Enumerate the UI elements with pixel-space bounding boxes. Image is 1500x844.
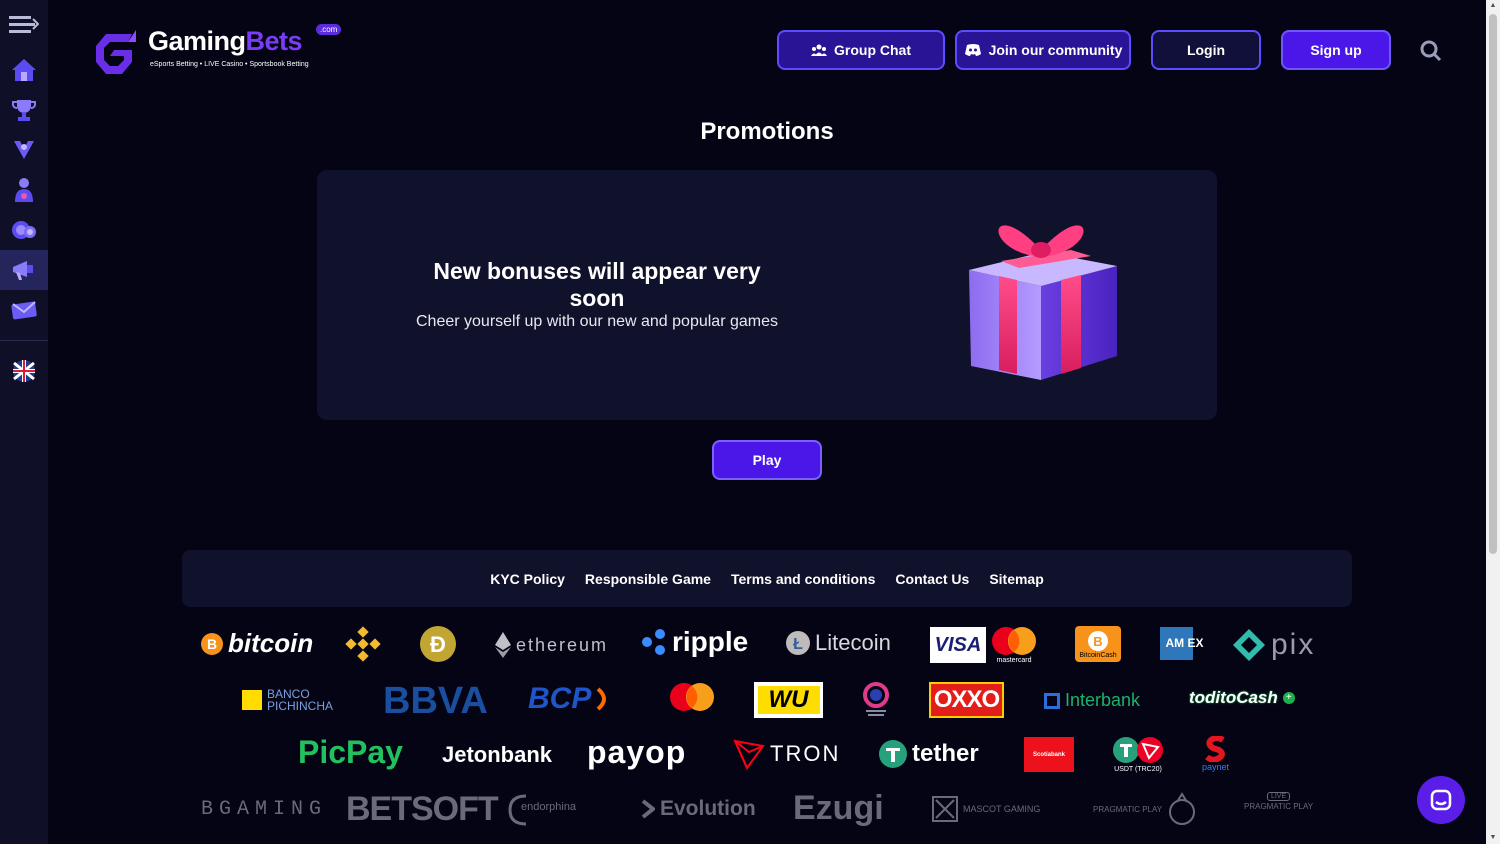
footer-link-responsible-game[interactable]: Responsible Game bbox=[585, 571, 711, 587]
svg-text:B: B bbox=[1093, 634, 1102, 649]
play-button[interactable]: Play bbox=[712, 440, 822, 480]
mail-icon[interactable] bbox=[0, 290, 48, 330]
casino-chips-icon[interactable] bbox=[0, 210, 48, 250]
todito-cash-logo: toditoCash + bbox=[1189, 688, 1295, 708]
banco-guayaquil-logo bbox=[862, 682, 890, 718]
login-label: Login bbox=[1186, 42, 1226, 58]
group-chat-label: Group Chat bbox=[834, 42, 911, 58]
banco-pichincha-logo: BANCO PICHINCHA bbox=[242, 688, 347, 712]
promo-card: New bonuses will appear very soon Cheer … bbox=[317, 170, 1217, 420]
jetonbank-logo: Jetonbank bbox=[442, 742, 553, 767]
ezugi-logo: Ezugi bbox=[793, 789, 884, 827]
pragmatic-play-live-logo: LIVE PRAGMATIC PLAY bbox=[1244, 792, 1314, 811]
bcp-logo: BCP bbox=[528, 682, 610, 716]
join-community-button[interactable]: Join our community bbox=[955, 30, 1131, 70]
logo-g-icon bbox=[96, 30, 136, 74]
menu-toggle-icon[interactable] bbox=[0, 4, 48, 44]
footer-links: KYC Policy Responsible Game Terms and co… bbox=[182, 550, 1352, 607]
signup-label: Sign up bbox=[1310, 42, 1362, 58]
uk-flag-icon[interactable] bbox=[0, 351, 48, 391]
footer-link-contact[interactable]: Contact Us bbox=[895, 571, 969, 587]
tron-logo: TRON bbox=[733, 738, 840, 770]
scroll-down-arrow[interactable]: ▼ bbox=[1489, 834, 1497, 842]
footer-link-terms[interactable]: Terms and conditions bbox=[731, 571, 875, 587]
western-union-logo: WU bbox=[754, 682, 823, 718]
dogecoin-logo: Ð bbox=[420, 626, 456, 662]
bbva-logo: BBVA bbox=[383, 680, 488, 722]
join-community-label: Join our community bbox=[988, 42, 1123, 58]
pragmatic-play-logo: PRAGMATIC PLAY bbox=[1093, 792, 1197, 826]
gift-box-image bbox=[969, 225, 1117, 380]
promotions-icon[interactable] bbox=[0, 250, 48, 290]
scroll-thumb[interactable] bbox=[1489, 14, 1497, 554]
litecoin-logo: Ł Litecoin bbox=[786, 630, 891, 656]
svg-text:Ł: Ł bbox=[793, 636, 803, 653]
promo-heading: New bonuses will appear very soon bbox=[433, 258, 761, 311]
amex-logo: AM EX bbox=[1160, 627, 1204, 660]
logo-text: GamingBets bbox=[148, 26, 303, 56]
bgaming-logo: BGAMING bbox=[201, 798, 328, 821]
scotiabank-logo: Scotiabank bbox=[1024, 737, 1074, 772]
bitcoin-cash-logo: B BitcoinCash bbox=[1075, 626, 1121, 662]
interbank-logo: Interbank bbox=[1044, 690, 1140, 711]
mascot-gaming-logo: MASCOT GAMING bbox=[932, 796, 1040, 822]
paynet-logo: paynet bbox=[1202, 736, 1229, 772]
oxxo-logo: OXXO bbox=[929, 682, 1004, 718]
tether-logo: tether bbox=[879, 740, 979, 768]
page-title: Promotions bbox=[700, 118, 834, 145]
chat-icon bbox=[1430, 789, 1452, 811]
logo-tagline: eSports Betting • LIVE Casino • Sportsbo… bbox=[150, 61, 309, 68]
bitcoin-logo: B bitcoin bbox=[201, 628, 313, 659]
support-chat-button[interactable] bbox=[1417, 776, 1465, 824]
binance-logo bbox=[345, 626, 381, 662]
group-chat-button[interactable]: Group Chat bbox=[777, 30, 945, 70]
footer-link-kyc[interactable]: KYC Policy bbox=[490, 571, 565, 587]
visa-logo: VISA bbox=[930, 627, 986, 663]
page-scrollbar[interactable]: ▲ ▼ bbox=[1486, 0, 1500, 844]
live-casino-icon[interactable] bbox=[0, 170, 48, 210]
site-logo[interactable]: GamingBets .com eSports Betting • LIVE C… bbox=[92, 24, 352, 76]
scroll-up-arrow[interactable]: ▲ bbox=[1489, 2, 1497, 10]
mastercard-logo-2 bbox=[668, 682, 716, 712]
picpay-logo: PicPay bbox=[298, 734, 403, 770]
evolution-logo: Evolution bbox=[641, 797, 756, 821]
ethereum-logo: ethereum bbox=[495, 632, 608, 658]
signup-button[interactable]: Sign up bbox=[1281, 30, 1391, 70]
promo-subtitle: Cheer yourself up with our new and popul… bbox=[416, 313, 778, 330]
group-icon bbox=[811, 44, 827, 56]
logo-com-badge: .com bbox=[316, 24, 342, 35]
payop-logo: payop bbox=[587, 734, 687, 770]
home-icon[interactable] bbox=[0, 50, 48, 90]
sidebar-divider bbox=[0, 340, 48, 341]
mastercard-logo: mastercard bbox=[990, 626, 1038, 664]
discord-icon bbox=[964, 44, 981, 56]
pix-logo: pix bbox=[1232, 628, 1315, 662]
betsoft-logo: BETSOFT bbox=[346, 790, 499, 828]
svg-text:Ð: Ð bbox=[430, 632, 446, 657]
search-icon[interactable] bbox=[1420, 40, 1442, 62]
ripple-logo: ripple bbox=[641, 626, 748, 658]
footer-link-sitemap[interactable]: Sitemap bbox=[989, 571, 1043, 587]
endorphina-logo: endorphina bbox=[508, 792, 576, 828]
usdt-trc20-logo: USDT (TRC20) bbox=[1112, 736, 1164, 773]
svg-text:B: B bbox=[207, 636, 217, 652]
login-button[interactable]: Login bbox=[1151, 30, 1261, 70]
